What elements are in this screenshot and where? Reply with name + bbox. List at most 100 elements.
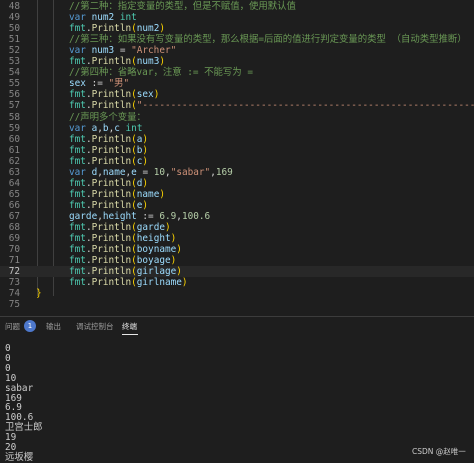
code-text: //声明多个变量： bbox=[69, 111, 146, 123]
code-line[interactable]: 57 fmt.Println("-------------------------… bbox=[0, 100, 474, 111]
line-number: 65 bbox=[8, 188, 20, 200]
active-tab-indicator bbox=[122, 334, 138, 335]
code-line[interactable]: 64 fmt.Println(d) bbox=[0, 178, 474, 189]
code-line[interactable]: 49 var num2 int bbox=[0, 12, 474, 23]
line-number: 61 bbox=[8, 144, 20, 156]
output-line: 100.6 bbox=[5, 412, 34, 424]
code-text: //第四种：省略var，注意 := 不能写为 = bbox=[69, 67, 253, 79]
line-number: 51 bbox=[8, 34, 20, 46]
tab-terminal[interactable]: 终端 bbox=[122, 321, 137, 333]
code-text: fmt.Println(height) bbox=[69, 233, 177, 245]
code-text: fmt.Println(garde) bbox=[69, 222, 171, 233]
line-number: 49 bbox=[8, 12, 20, 24]
code-line[interactable]: 71 fmt.Println(boyage) bbox=[0, 255, 474, 266]
output-line: sabar bbox=[5, 382, 34, 394]
code-line[interactable]: 65 fmt.Println(name) bbox=[0, 189, 474, 200]
code-line[interactable]: 63 var d,name,e = 10,"sabar",169 bbox=[0, 167, 474, 178]
output-line: 0 bbox=[5, 343, 11, 354]
line-number: 66 bbox=[8, 199, 20, 211]
code-text: fmt.Println(girlname) bbox=[69, 277, 188, 289]
line-number: 64 bbox=[8, 177, 20, 189]
output-line: 20 bbox=[5, 442, 17, 454]
code-line[interactable]: 59 var a,b,c int bbox=[0, 123, 474, 134]
code-line[interactable]: 52 var num3 = "Archer" bbox=[0, 45, 474, 56]
code-text: fmt.Println(boyage) bbox=[69, 255, 177, 267]
code-text: garde,height := 6.9,100.6 bbox=[69, 210, 211, 222]
code-text: //第三种：如果没有写变量的类型，那么根据=后面的值进行判定变量的类型 （自动类… bbox=[69, 34, 467, 46]
code-text: fmt.Println(num3) bbox=[69, 56, 165, 68]
line-number: 52 bbox=[8, 45, 20, 57]
code-line[interactable]: 56 fmt.Println(sex) bbox=[0, 89, 474, 100]
line-number: 67 bbox=[8, 210, 20, 222]
code-text: fmt.Println(b) bbox=[69, 144, 149, 156]
code-text: fmt.Println(a) bbox=[69, 133, 149, 145]
code-text: var d,name,e = 10,"sabar",169 bbox=[69, 166, 233, 178]
line-number: 62 bbox=[8, 155, 20, 167]
code-line[interactable]: 62 fmt.Println(c) bbox=[0, 156, 474, 167]
code-line[interactable]: 67 garde,height := 6.9,100.6 bbox=[0, 211, 474, 222]
output-line: 19 bbox=[5, 432, 17, 444]
line-number: 70 bbox=[8, 244, 20, 256]
code-text: fmt.Println(c) bbox=[69, 155, 149, 167]
code-text: var num3 = "Archer" bbox=[69, 45, 177, 57]
code-text: //第二种：指定变量的类型，但是不赋值，使用默认值 bbox=[69, 1, 296, 12]
code-line[interactable]: 50 fmt.Println(num2) bbox=[0, 23, 474, 34]
output-line: 卫宫士郎 bbox=[5, 422, 43, 434]
line-number: 58 bbox=[8, 111, 20, 123]
tab-problems[interactable]: 问题 bbox=[5, 321, 20, 333]
line-number: 68 bbox=[8, 222, 20, 233]
line-number: 56 bbox=[8, 89, 20, 101]
code-line[interactable]: 48 //第二种：指定变量的类型，但是不赋值，使用默认值 bbox=[0, 1, 474, 12]
tab-output[interactable]: 输出 bbox=[46, 321, 61, 333]
code-text: sex := "男" bbox=[69, 78, 130, 90]
terminal-output[interactable]: 0 0 0 10 sabar 169 6.9 100.6 卫宫士郎 19 20 远坂樱 bbox=[5, 344, 465, 463]
output-line: 远坂樱 bbox=[5, 451, 34, 463]
code-line[interactable]: 73 fmt.Println(girlname) bbox=[0, 277, 474, 288]
code-line[interactable]: 72 fmt.Println(girlage) bbox=[0, 266, 474, 278]
code-line[interactable]: 55 sex := "男" bbox=[0, 78, 474, 89]
code-line[interactable]: 74} bbox=[0, 288, 474, 299]
code-text: var num2 int bbox=[69, 12, 137, 24]
tab-debug-console[interactable]: 调试控制台 bbox=[76, 321, 114, 333]
output-line: 10 bbox=[5, 372, 17, 384]
line-number: 50 bbox=[8, 23, 20, 35]
code-text: var a,b,c int bbox=[69, 122, 143, 134]
code-line[interactable]: 75 bbox=[0, 299, 474, 310]
code-line[interactable]: 54 //第四种：省略var，注意 := 不能写为 = bbox=[0, 67, 474, 78]
code-text: fmt.Println(e) bbox=[69, 199, 149, 211]
problems-count-badge: 1 bbox=[24, 320, 36, 332]
code-line[interactable]: 53 fmt.Println(num3) bbox=[0, 56, 474, 67]
code-text: } bbox=[36, 288, 42, 300]
line-number: 75 bbox=[8, 299, 20, 311]
line-number: 57 bbox=[8, 100, 20, 112]
line-number: 63 bbox=[8, 166, 20, 178]
code-text: fmt.Println(num2) bbox=[69, 23, 165, 35]
line-number: 69 bbox=[8, 233, 20, 245]
code-text: fmt.Println(girlage) bbox=[69, 266, 182, 278]
line-number: 48 bbox=[8, 1, 20, 12]
line-number: 53 bbox=[8, 56, 20, 68]
code-line[interactable]: 61 fmt.Println(b) bbox=[0, 145, 474, 156]
line-number: 60 bbox=[8, 133, 20, 145]
code-text: fmt.Println("---------------------------… bbox=[69, 100, 474, 112]
code-text: fmt.Println(sex) bbox=[69, 89, 160, 101]
code-text: fmt.Println(boyname) bbox=[69, 244, 182, 256]
code-line[interactable]: 66 fmt.Println(e) bbox=[0, 200, 474, 211]
code-line[interactable]: 70 fmt.Println(boyname) bbox=[0, 244, 474, 255]
line-number: 71 bbox=[8, 255, 20, 267]
watermark-text: CSDN @赵唯一 bbox=[412, 447, 466, 456]
code-text: fmt.Println(name) bbox=[69, 188, 165, 200]
code-line[interactable]: 51 //第三种：如果没有写变量的类型，那么根据=后面的值进行判定变量的类型 （自… bbox=[0, 34, 474, 45]
code-line[interactable]: 58 //声明多个变量： bbox=[0, 112, 474, 123]
code-line[interactable]: 60 fmt.Println(a) bbox=[0, 134, 474, 145]
output-line: 169 bbox=[5, 392, 22, 404]
line-number: 74 bbox=[8, 288, 20, 300]
line-number: 55 bbox=[8, 78, 20, 90]
code-line[interactable]: 69 fmt.Println(height) bbox=[0, 233, 474, 244]
output-line: 6.9 bbox=[5, 402, 22, 414]
code-editor[interactable]: 48 //第二种：指定变量的类型，但是不赋值，使用默认值 49 var num2 in… bbox=[0, 0, 474, 316]
output-line: 0 bbox=[5, 352, 11, 364]
code-line[interactable]: 68 fmt.Println(garde) bbox=[0, 222, 474, 233]
output-line: 0 bbox=[5, 362, 11, 374]
line-number: 59 bbox=[8, 122, 20, 134]
